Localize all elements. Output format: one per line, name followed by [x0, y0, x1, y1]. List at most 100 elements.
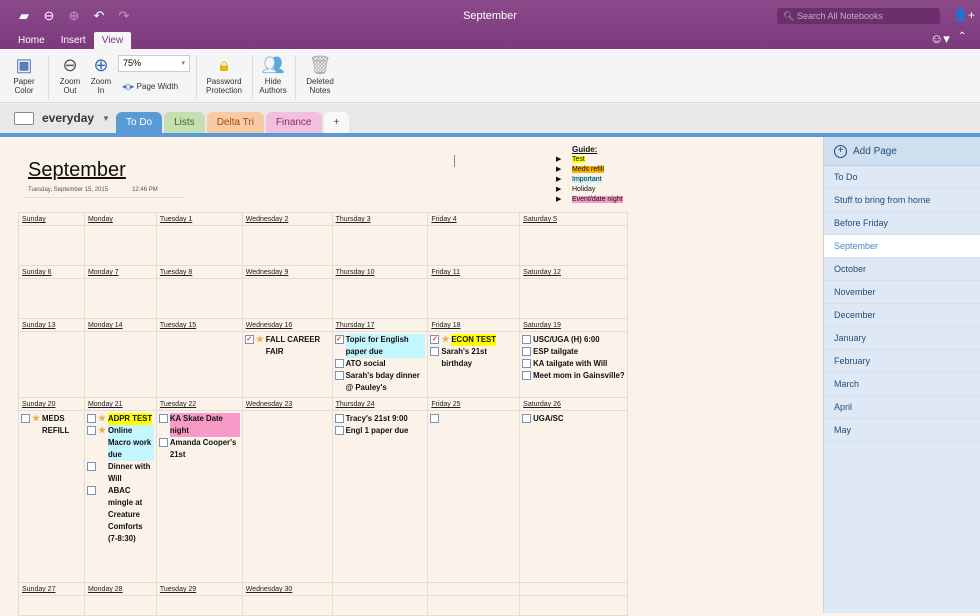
- ribbon-tab-insert[interactable]: Insert: [53, 32, 94, 49]
- todo-text[interactable]: ECON TEST: [451, 334, 496, 346]
- todo-text[interactable]: Online Macro work due: [107, 425, 154, 461]
- zoom-in-button[interactable]: ⊕ Zoom In: [87, 53, 115, 95]
- day-cell[interactable]: [155, 225, 243, 266]
- todo-text[interactable]: KA tailgate with Will: [533, 358, 607, 370]
- todo-text[interactable]: USC/UGA (H) 6:00: [533, 334, 599, 346]
- checkbox[interactable]: [158, 414, 168, 423]
- checkbox[interactable]: [522, 359, 532, 368]
- todo-text[interactable]: ATO social: [346, 358, 386, 370]
- checkbox[interactable]: [334, 371, 344, 380]
- zoom-level-select[interactable]: 75% ▾: [118, 55, 190, 72]
- day-cell[interactable]: [331, 278, 429, 319]
- day-cell[interactable]: [155, 278, 243, 319]
- day-cell[interactable]: UGA/SC: [519, 410, 628, 583]
- checkbox[interactable]: [522, 335, 532, 344]
- page-list-item[interactable]: September: [824, 235, 980, 258]
- day-cell[interactable]: USC/UGA (H) 6:00 ESP tailgate KA tailgate …: [519, 331, 628, 398]
- day-cell[interactable]: ✓ Topic for English paper due ATO social Sa…: [331, 331, 429, 398]
- day-cell[interactable]: [83, 278, 157, 319]
- deleted-notes-button[interactable]: 🗑︎ Deleted Notes: [302, 53, 338, 95]
- todo-text[interactable]: Sarah's 21st birthday: [441, 346, 517, 370]
- day-cell[interactable]: ★ ADPR TEST ★ Online Macro work due Dinner w…: [83, 410, 157, 583]
- page-title[interactable]: September: [28, 159, 126, 182]
- day-cell[interactable]: ✓ ★ FALL CAREER FAIR: [241, 331, 333, 398]
- page-canvas[interactable]: September Tuesday, September 15, 2015 12:…: [0, 137, 823, 616]
- day-cell[interactable]: [427, 410, 521, 583]
- todo-text[interactable]: ADPR TEST: [107, 413, 153, 425]
- todo-text[interactable]: Dinner with Will: [108, 461, 154, 485]
- page-list-item[interactable]: December: [824, 304, 980, 327]
- todo-text[interactable]: ESP tailgate: [533, 346, 578, 358]
- checkbox[interactable]: ✓: [430, 335, 440, 344]
- section-tab-finance[interactable]: Finance: [265, 112, 322, 134]
- zoom-out-button[interactable]: ⊖ Zoom Out: [56, 53, 84, 95]
- checkbox[interactable]: ✓: [244, 335, 254, 344]
- checkbox[interactable]: [158, 438, 168, 447]
- todo-text[interactable]: Topic for English paper due: [345, 334, 426, 358]
- checkbox[interactable]: [21, 414, 30, 423]
- page-list-item[interactable]: January: [824, 327, 980, 350]
- checkbox[interactable]: [522, 414, 532, 423]
- day-cell[interactable]: [331, 225, 429, 266]
- checkbox[interactable]: ✓: [334, 335, 344, 344]
- checkbox[interactable]: [522, 347, 532, 356]
- todo-text[interactable]: MEDS REFILL: [42, 413, 82, 437]
- day-cell[interactable]: [241, 278, 333, 319]
- search-input[interactable]: 🔍︎ Search All Notebooks: [777, 8, 940, 24]
- day-cell[interactable]: [427, 225, 521, 266]
- ribbon-tab-home[interactable]: Home: [10, 32, 53, 49]
- collapse-ribbon-icon[interactable]: ⌃: [958, 31, 966, 42]
- todo-text[interactable]: Meet mom in Gainsville?: [533, 370, 624, 382]
- todo-text[interactable]: Tracy's 21st 9:00: [346, 413, 408, 425]
- day-cell[interactable]: [18, 225, 85, 266]
- checkbox[interactable]: [430, 414, 440, 423]
- day-cell[interactable]: [155, 331, 243, 398]
- checkbox[interactable]: [522, 371, 532, 380]
- day-cell[interactable]: KA Skate Date night Amanda Cooper's 21st: [155, 410, 243, 583]
- todo-text[interactable]: UGA/SC: [533, 413, 563, 425]
- section-tab-delta-tri[interactable]: Delta Tri: [206, 112, 264, 134]
- page-list-item[interactable]: To Do: [824, 166, 980, 189]
- notebook-selector[interactable]: everyday ▼: [14, 111, 110, 125]
- page-list-item[interactable]: Stuff to bring from home: [824, 189, 980, 212]
- ribbon-tab-view[interactable]: View: [93, 32, 132, 49]
- checkbox[interactable]: [86, 426, 96, 435]
- todo-text[interactable]: Sarah's bday dinner @ Pauley's: [346, 370, 426, 394]
- day-cell[interactable]: [18, 278, 85, 319]
- day-cell[interactable]: [83, 331, 157, 398]
- page-list-item[interactable]: October: [824, 258, 980, 281]
- todo-text[interactable]: FALL CAREER FAIR: [266, 334, 330, 358]
- day-cell[interactable]: ★ MEDS REFILL: [18, 410, 85, 583]
- day-cell[interactable]: [519, 278, 628, 319]
- day-cell[interactable]: ✓ ★ ECON TEST Sarah's 21st birthday: [427, 331, 521, 398]
- page-list-item[interactable]: April: [824, 396, 980, 419]
- password-protection-button[interactable]: 🔒︎ Password Protection: [202, 53, 246, 95]
- day-cell[interactable]: [427, 278, 521, 319]
- todo-text[interactable]: Engl 1 paper due: [346, 425, 409, 437]
- todo-text[interactable]: ABAC mingle at Creature Comforts (7-8:30…: [108, 485, 154, 545]
- add-section-button[interactable]: +: [323, 112, 350, 134]
- todo-text[interactable]: KA Skate Date night: [169, 413, 240, 437]
- day-cell[interactable]: [241, 410, 333, 583]
- day-cell[interactable]: [18, 331, 85, 398]
- section-tab-lists[interactable]: Lists: [164, 112, 205, 134]
- day-cell[interactable]: [83, 225, 157, 266]
- checkbox[interactable]: [86, 462, 96, 471]
- feedback-smiley-icon[interactable]: ☺▾: [930, 31, 950, 47]
- checkbox[interactable]: [86, 486, 96, 495]
- hide-authors-button[interactable]: 👥︎ Hide Authors: [256, 53, 290, 95]
- day-cell[interactable]: [519, 225, 628, 266]
- page-list-item[interactable]: February: [824, 350, 980, 373]
- todo-text[interactable]: Amanda Cooper's 21st: [170, 437, 240, 461]
- paper-color-button[interactable]: ▣ Paper Color: [8, 53, 40, 95]
- share-user-icon[interactable]: 👤+: [953, 8, 975, 22]
- add-page-button[interactable]: + Add Page: [824, 137, 980, 166]
- page-list-item[interactable]: May: [824, 419, 980, 442]
- checkbox[interactable]: [334, 426, 344, 435]
- page-list-item[interactable]: Before Friday: [824, 212, 980, 235]
- page-list-item[interactable]: November: [824, 281, 980, 304]
- checkbox[interactable]: [334, 359, 344, 368]
- page-list-item[interactable]: March: [824, 373, 980, 396]
- checkbox[interactable]: [86, 414, 96, 423]
- day-cell[interactable]: Tracy's 21st 9:00 Engl 1 paper due: [331, 410, 429, 583]
